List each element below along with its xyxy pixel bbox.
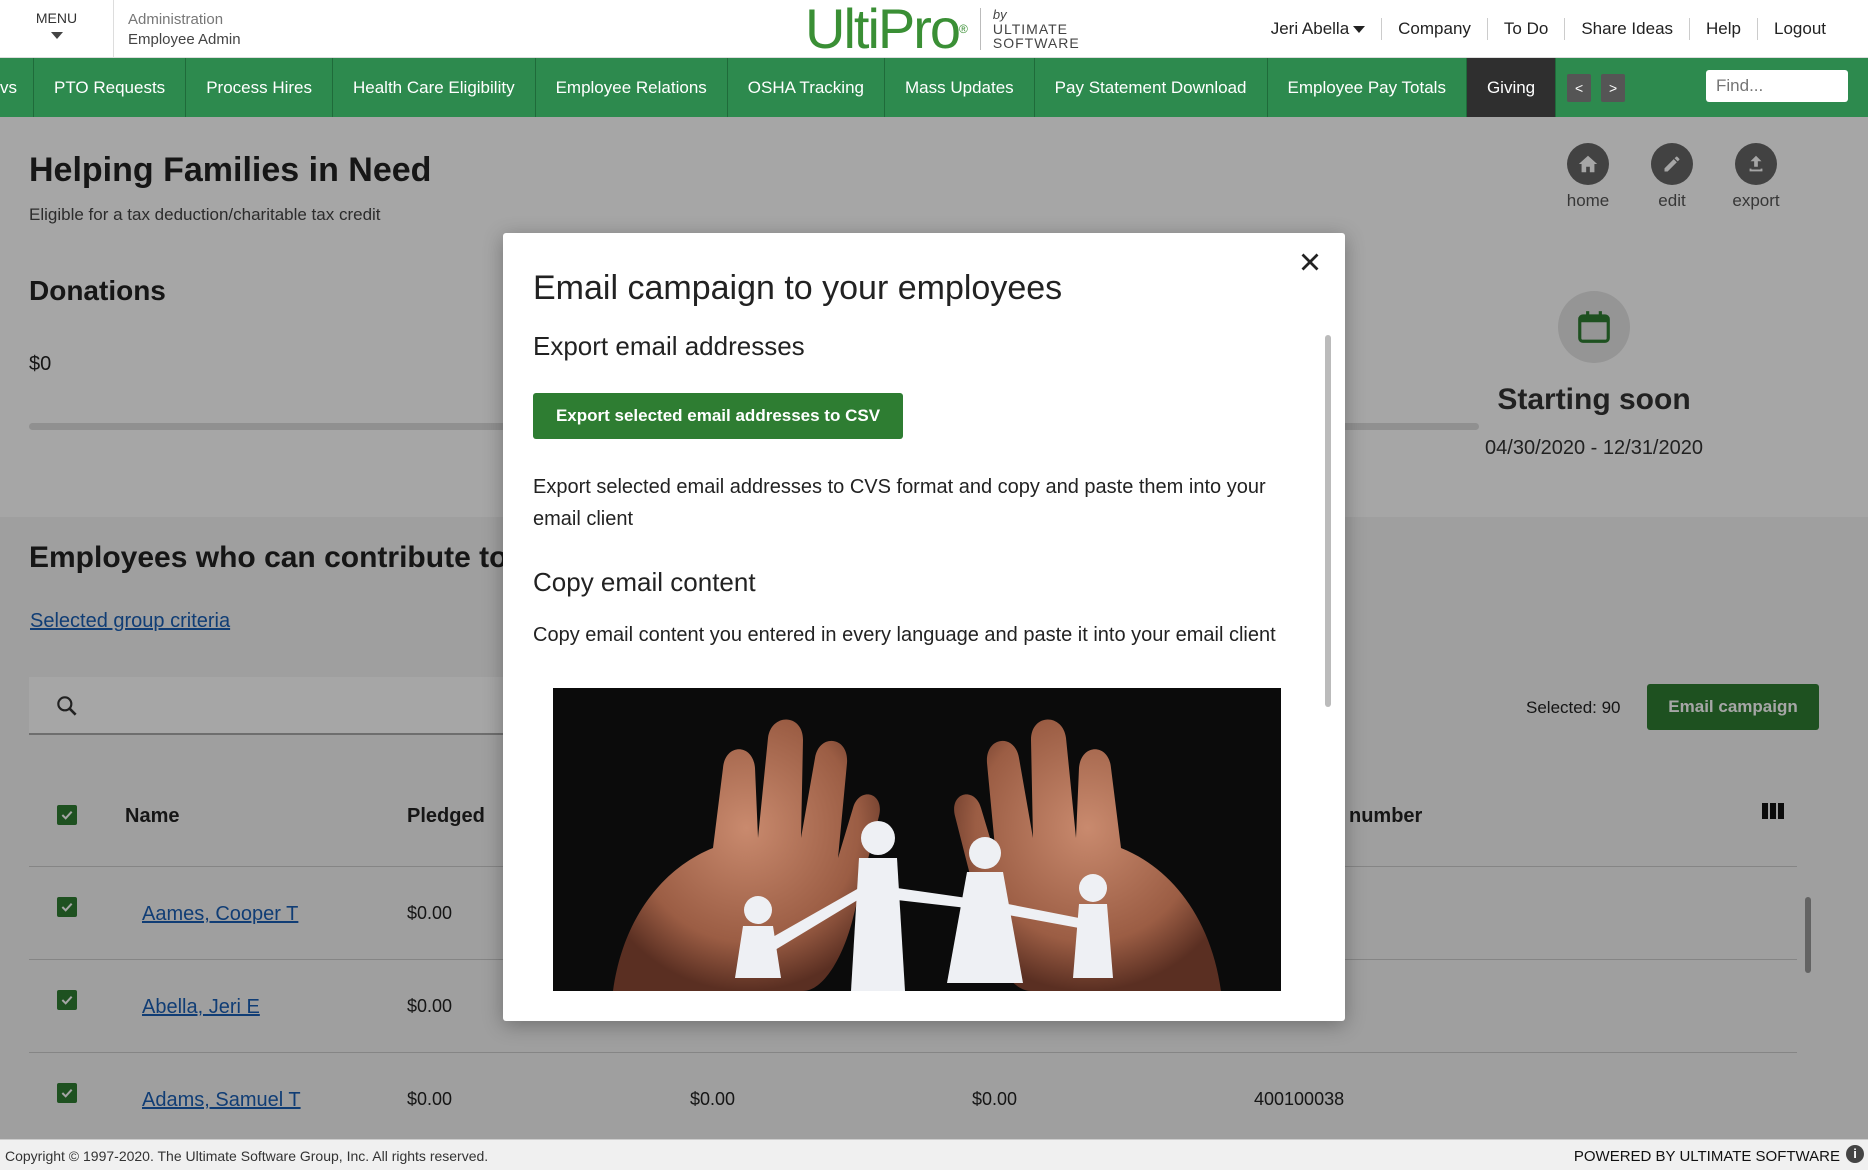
modal-scrollbar[interactable] bbox=[1325, 335, 1331, 707]
export-description: Export selected email addresses to CVS f… bbox=[533, 476, 1266, 530]
logo-company-1: ULTIMATE bbox=[992, 21, 1069, 37]
close-icon[interactable] bbox=[1295, 247, 1325, 277]
nav-item-truncated[interactable]: vs bbox=[0, 58, 34, 117]
link-company[interactable]: Company bbox=[1381, 18, 1487, 40]
user-menu[interactable]: Jeri Abella bbox=[1255, 18, 1381, 40]
chevron-down-icon bbox=[1353, 26, 1366, 34]
nav-next-button[interactable]: > bbox=[1601, 73, 1626, 102]
nav-item-health-care-eligibility[interactable]: Health Care Eligibility bbox=[333, 58, 536, 117]
export-csv-button[interactable]: Export selected email addresses to CSV bbox=[533, 393, 903, 439]
ultipro-logo: UltiPro ® by ULTIMATE SOFTWARE bbox=[805, 0, 1080, 60]
nav-item-employee-relations[interactable]: Employee Relations bbox=[536, 58, 728, 117]
link-to-do[interactable]: To Do bbox=[1486, 18, 1564, 40]
main-nav: vs PTO Requests Process Hires Health Car… bbox=[0, 58, 1868, 117]
copy-description: Copy email content you entered in every … bbox=[533, 624, 1276, 646]
nav-item-osha-tracking[interactable]: OSHA Tracking bbox=[728, 58, 885, 117]
logo-byline: by ULTIMATE SOFTWARE bbox=[992, 7, 1080, 51]
menu-label: MENU bbox=[35, 10, 78, 26]
admin-sub-label: Employee Admin bbox=[128, 31, 241, 48]
logo-divider bbox=[979, 8, 981, 50]
email-campaign-modal: Email campaign to your employees Export … bbox=[503, 233, 1345, 1021]
nav-item-pto-requests[interactable]: PTO Requests bbox=[34, 58, 187, 117]
nav-item-mass-updates[interactable]: Mass Updates bbox=[885, 58, 1035, 117]
campaign-image bbox=[553, 688, 1281, 991]
modal-title: Email campaign to your employees bbox=[533, 269, 1063, 307]
logo-text: UltiPro bbox=[805, 0, 961, 60]
link-share-ideas[interactable]: Share Ideas bbox=[1564, 18, 1689, 40]
link-help[interactable]: Help bbox=[1689, 18, 1757, 40]
logo-company-2: SOFTWARE bbox=[992, 35, 1080, 51]
admin-context: Administration Employee Admin bbox=[128, 10, 241, 50]
find-input[interactable] bbox=[1706, 70, 1848, 102]
info-icon[interactable]: i bbox=[1846, 1145, 1864, 1163]
top-header: MENU Administration Employee Admin UltiP… bbox=[0, 0, 1868, 58]
caret-down-icon bbox=[50, 32, 63, 39]
export-heading: Export email addresses bbox=[533, 331, 805, 361]
registered-icon: ® bbox=[959, 22, 968, 36]
copy-heading: Copy email content bbox=[533, 567, 756, 597]
top-links: Jeri Abella Company To Do Share Ideas He… bbox=[1255, 18, 1842, 40]
nav-item-process-hires[interactable]: Process Hires bbox=[186, 58, 333, 117]
powered-by-text: POWERED BY ULTIMATE SOFTWARE bbox=[1573, 1148, 1840, 1165]
user-name: Jeri Abella bbox=[1270, 19, 1350, 38]
nav-prev-button[interactable]: < bbox=[1567, 73, 1592, 102]
nav-item-giving[interactable]: Giving bbox=[1466, 58, 1557, 117]
admin-label: Administration bbox=[128, 11, 224, 28]
page-footer: Copyright © 1997-2020. The Ultimate Soft… bbox=[0, 1139, 1868, 1170]
menu-button[interactable]: MENU bbox=[0, 0, 114, 58]
nav-scroll-arrows: < > bbox=[1556, 58, 1637, 117]
link-logout[interactable]: Logout bbox=[1757, 18, 1842, 40]
copyright-text: Copyright © 1997-2020. The Ultimate Soft… bbox=[5, 1148, 489, 1164]
logo-by: by bbox=[992, 7, 1007, 22]
nav-item-pay-statement-download[interactable]: Pay Statement Download bbox=[1035, 58, 1268, 117]
nav-item-employee-pay-totals[interactable]: Employee Pay Totals bbox=[1268, 58, 1467, 117]
